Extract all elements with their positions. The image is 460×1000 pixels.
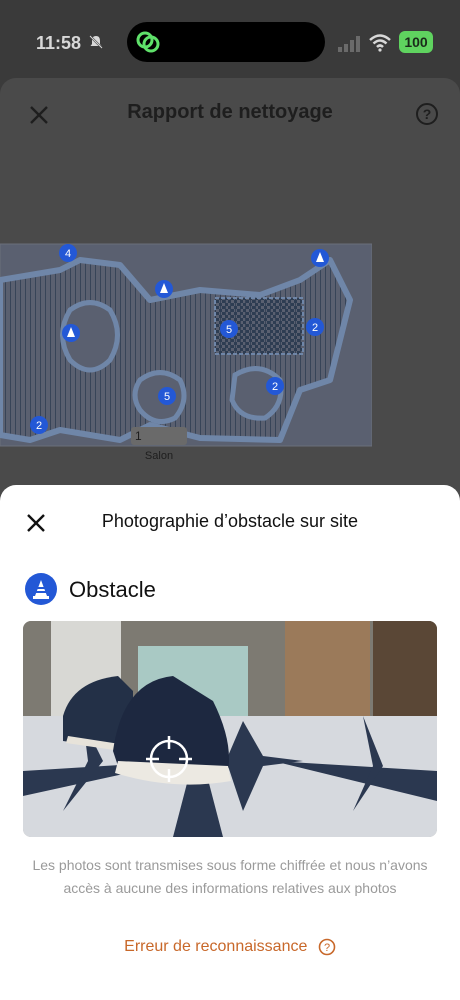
status-time: 11:58 — [36, 33, 82, 53]
room-label: Salon — [144, 450, 174, 462]
app-link-icon — [136, 31, 160, 53]
recognition-error-link[interactable]: Erreur de reconnaissance ? — [0, 938, 460, 956]
svg-text:4: 4 — [65, 248, 71, 260]
battery-indicator: 100 — [399, 31, 433, 53]
obstacle-label: Obstacle — [69, 577, 156, 602]
svg-text:2: 2 — [272, 381, 278, 393]
help-icon[interactable]: ? — [415, 102, 439, 126]
privacy-caption: Les photos sont transmises sous forme ch… — [32, 857, 428, 896]
page-title: Rapport de nettoyage — [127, 101, 333, 123]
obstacle-photo[interactable] — [23, 621, 437, 837]
recognition-error-label[interactable]: Erreur de reconnaissance — [124, 938, 307, 955]
sheet-title: Photographie d’obstacle sur site — [101, 511, 359, 531]
svg-text:5: 5 — [164, 391, 170, 403]
bell-muted-icon — [89, 35, 103, 49]
cellular-signal-icon — [338, 36, 360, 52]
traffic-cone-icon — [25, 573, 57, 605]
svg-text:?: ? — [324, 942, 330, 954]
svg-text:?: ? — [423, 106, 432, 122]
room-obstacle-count: 1 — [135, 429, 142, 443]
cleaning-map[interactable]: 4 5 2 2 5 2 — [0, 240, 372, 450]
status-bar: 11:58 100 — [0, 0, 460, 80]
svg-text:2: 2 — [312, 322, 318, 334]
svg-text:5: 5 — [226, 324, 232, 336]
battery-level: 100 — [404, 34, 428, 50]
wifi-icon — [369, 34, 391, 52]
svg-text:2: 2 — [36, 420, 42, 432]
close-icon[interactable] — [24, 511, 48, 535]
room-obstacle-badge: 1 — [131, 427, 187, 445]
help-icon[interactable]: ? — [318, 938, 336, 956]
